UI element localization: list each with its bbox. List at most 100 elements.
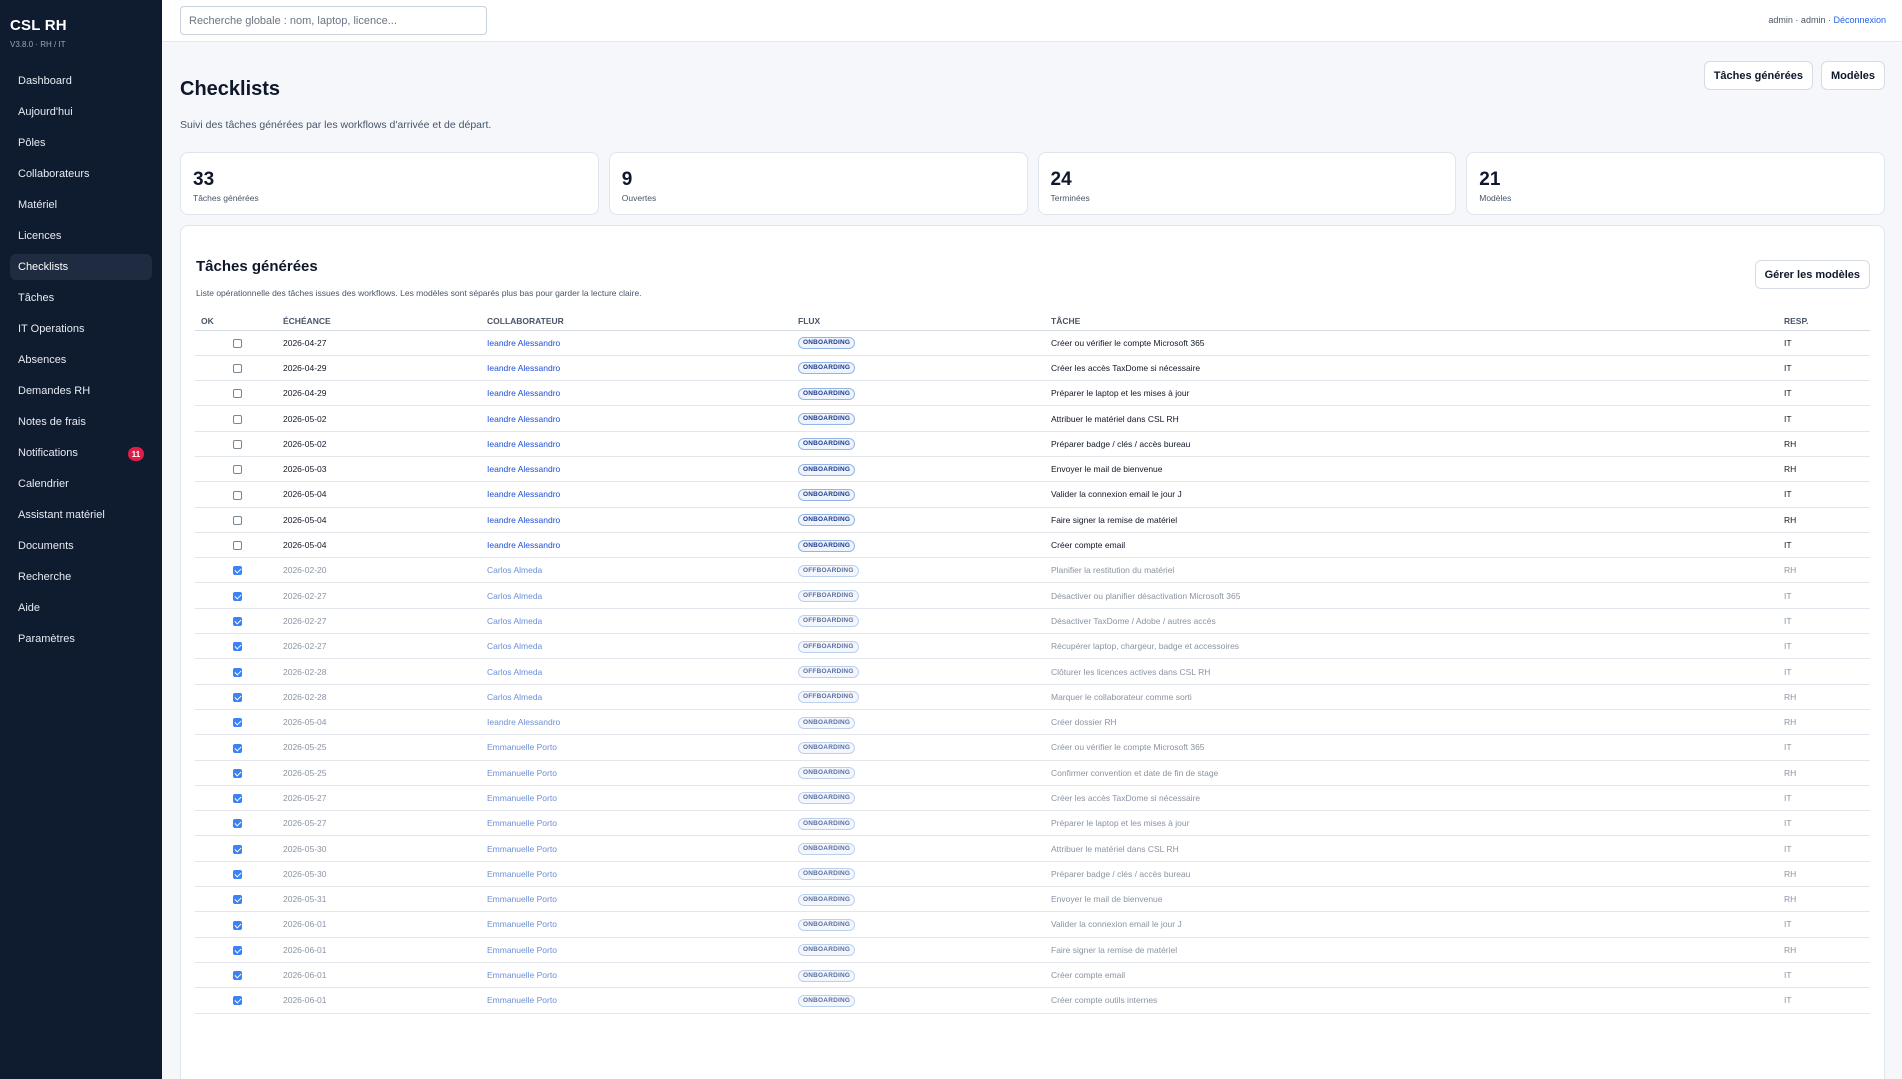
sidebar-item-absences[interactable]: Absences [10, 347, 152, 373]
sidebar-item-label: Demandes RH [18, 385, 91, 397]
global-search-input[interactable] [180, 6, 487, 35]
collaborator-link[interactable]: Emmanuelle Porto [487, 818, 557, 828]
sidebar-item-dashboard[interactable]: Dashboard [10, 68, 152, 94]
collaborator-link[interactable]: Ieandre Alessandro [487, 363, 560, 373]
cell-collaborator: Ieandre Alessandro [481, 355, 792, 382]
sidebar-item-paramètres[interactable]: Paramètres [10, 626, 152, 652]
sidebar-item-demandes-rh[interactable]: Demandes RH [10, 378, 152, 404]
task-done-checkbox[interactable] [233, 870, 242, 879]
cell-due-date: 2026-05-27 [277, 785, 481, 812]
task-done-checkbox[interactable] [233, 743, 242, 753]
sidebar-item-checklists[interactable]: Checklists [10, 254, 152, 280]
sidebar-item-aujourd-hui[interactable]: Aujourd'hui [10, 99, 152, 125]
collaborator-link[interactable]: Emmanuelle Porto [487, 793, 557, 803]
sidebar-item-assistant-matériel[interactable]: Assistant matériel [10, 502, 152, 528]
sidebar-item-recherche[interactable]: Recherche [10, 564, 152, 590]
task-done-checkbox[interactable] [233, 465, 242, 475]
task-done-checkbox[interactable] [233, 642, 242, 652]
collaborator-link[interactable]: Emmanuelle Porto [487, 742, 557, 752]
cell-collaborator: Carlos Almeda [481, 557, 792, 584]
logout-link[interactable]: Déconnexion [1833, 15, 1886, 25]
collaborator-link[interactable]: Carlos Almeda [487, 692, 542, 702]
generated-tasks-button[interactable]: Tâches générées [1703, 61, 1813, 90]
collaborator-link[interactable]: Ieandre Alessandro [487, 338, 560, 348]
task-done-checkbox[interactable] [233, 895, 242, 905]
models-button[interactable]: Modèles [1820, 61, 1885, 90]
task-done-checkbox[interactable] [233, 515, 242, 525]
task-done-checkbox[interactable] [233, 945, 242, 955]
collaborator-link[interactable]: Emmanuelle Porto [487, 894, 557, 904]
table-row: 2026-04-29 Ieandre Alessandro ONBOARDING Pr… [195, 380, 1870, 407]
task-done-checkbox[interactable] [233, 389, 242, 399]
task-done-checkbox[interactable] [233, 617, 242, 627]
collaborator-link[interactable]: Emmanuelle Porto [487, 919, 557, 929]
collaborator-link[interactable]: Carlos Almeda [487, 565, 542, 575]
task-done-checkbox[interactable] [233, 794, 242, 804]
app-title[interactable]: CSL RH [10, 17, 152, 34]
sidebar-item-it-operations[interactable]: IT Operations [10, 316, 152, 342]
task-done-checkbox[interactable] [233, 566, 242, 576]
collaborator-link[interactable]: Ieandre Alessandro [487, 489, 560, 499]
sidebar-item-calendrier[interactable]: Calendrier [10, 471, 152, 497]
collaborator-link[interactable]: Ieandre Alessandro [487, 515, 560, 525]
sidebar-item-matériel[interactable]: Matériel [10, 192, 152, 218]
collaborator-link[interactable]: Ieandre Alessandro [487, 439, 560, 449]
cell-task: Créer compte email [1045, 532, 1778, 559]
collaborator-link[interactable]: Emmanuelle Porto [487, 970, 557, 980]
collaborator-link[interactable]: Emmanuelle Porto [487, 869, 557, 879]
cell-due-date: 2026-06-01 [277, 937, 481, 963]
stat-label: Tâches générées [193, 193, 259, 203]
table-row: 2026-05-04 Ieandre Alessandro ONBOARDING Cr… [195, 709, 1870, 736]
cell-ok [195, 709, 277, 736]
cell-flow: ONBOARDING [792, 911, 1045, 938]
task-done-checkbox[interactable] [233, 718, 242, 728]
app-version: V3.8.0 · RH / IT [10, 40, 66, 49]
collaborator-link[interactable]: Ieandre Alessandro [487, 717, 560, 727]
collaborator-link[interactable]: Ieandre Alessandro [487, 414, 560, 424]
manage-models-button[interactable]: Gérer les modèles [1754, 260, 1870, 289]
collaborator-link[interactable]: Carlos Almeda [487, 641, 542, 651]
task-done-checkbox[interactable] [233, 490, 242, 500]
task-done-checkbox[interactable] [233, 541, 242, 551]
sidebar-item-pôles[interactable]: Pôles [10, 130, 152, 156]
page-subtitle: Suivi des tâches générées par les workfl… [180, 119, 492, 131]
task-done-checkbox[interactable] [233, 667, 242, 677]
stat-label: Modèles [1479, 193, 1512, 203]
sidebar-item-notes-de-frais[interactable]: Notes de frais [10, 409, 152, 435]
cell-task: Récupérer laptop, chargeur, badge et acc… [1045, 633, 1778, 660]
task-done-checkbox[interactable] [233, 844, 242, 854]
collaborator-link[interactable]: Emmanuelle Porto [487, 945, 557, 955]
task-done-checkbox[interactable] [233, 768, 242, 778]
cell-resp: RH [1778, 431, 1870, 457]
sidebar-item-aide[interactable]: Aide [10, 595, 152, 621]
task-done-checkbox[interactable] [233, 414, 242, 424]
stat-label: Terminées [1050, 193, 1090, 203]
cell-due-date: 2026-05-30 [277, 861, 481, 888]
cell-flow: ONBOARDING [792, 456, 1045, 483]
cell-ok [195, 481, 277, 508]
collaborator-link[interactable]: Ieandre Alessandro [487, 388, 560, 398]
collaborator-link[interactable]: Carlos Almeda [487, 591, 542, 601]
sidebar-item-tâches[interactable]: Tâches [10, 285, 152, 311]
sidebar-item-notifications[interactable]: Notifications 11 [10, 440, 152, 466]
task-done-checkbox[interactable] [233, 920, 242, 930]
task-done-checkbox[interactable] [233, 439, 242, 449]
collaborator-link[interactable]: Carlos Almeda [487, 667, 542, 677]
task-done-checkbox[interactable] [233, 996, 242, 1006]
task-done-checkbox[interactable] [233, 819, 242, 829]
sidebar-item-licences[interactable]: Licences [10, 223, 152, 249]
task-done-checkbox[interactable] [233, 338, 242, 348]
sidebar-item-collaborateurs[interactable]: Collaborateurs [10, 161, 152, 187]
sidebar-item-documents[interactable]: Documents [10, 533, 152, 559]
collaborator-link[interactable]: Emmanuelle Porto [487, 995, 557, 1005]
collaborator-link[interactable]: Carlos Almeda [487, 616, 542, 626]
collaborator-link[interactable]: Ieandre Alessandro [487, 540, 560, 550]
collaborator-link[interactable]: Emmanuelle Porto [487, 844, 557, 854]
collaborator-link[interactable]: Emmanuelle Porto [487, 768, 557, 778]
cell-task: Marquer le collaborateur comme sorti [1045, 684, 1778, 710]
task-done-checkbox[interactable] [233, 591, 242, 601]
task-done-checkbox[interactable] [233, 364, 242, 374]
task-done-checkbox[interactable] [233, 692, 242, 702]
collaborator-link[interactable]: Ieandre Alessandro [487, 464, 560, 474]
task-done-checkbox[interactable] [233, 971, 242, 981]
